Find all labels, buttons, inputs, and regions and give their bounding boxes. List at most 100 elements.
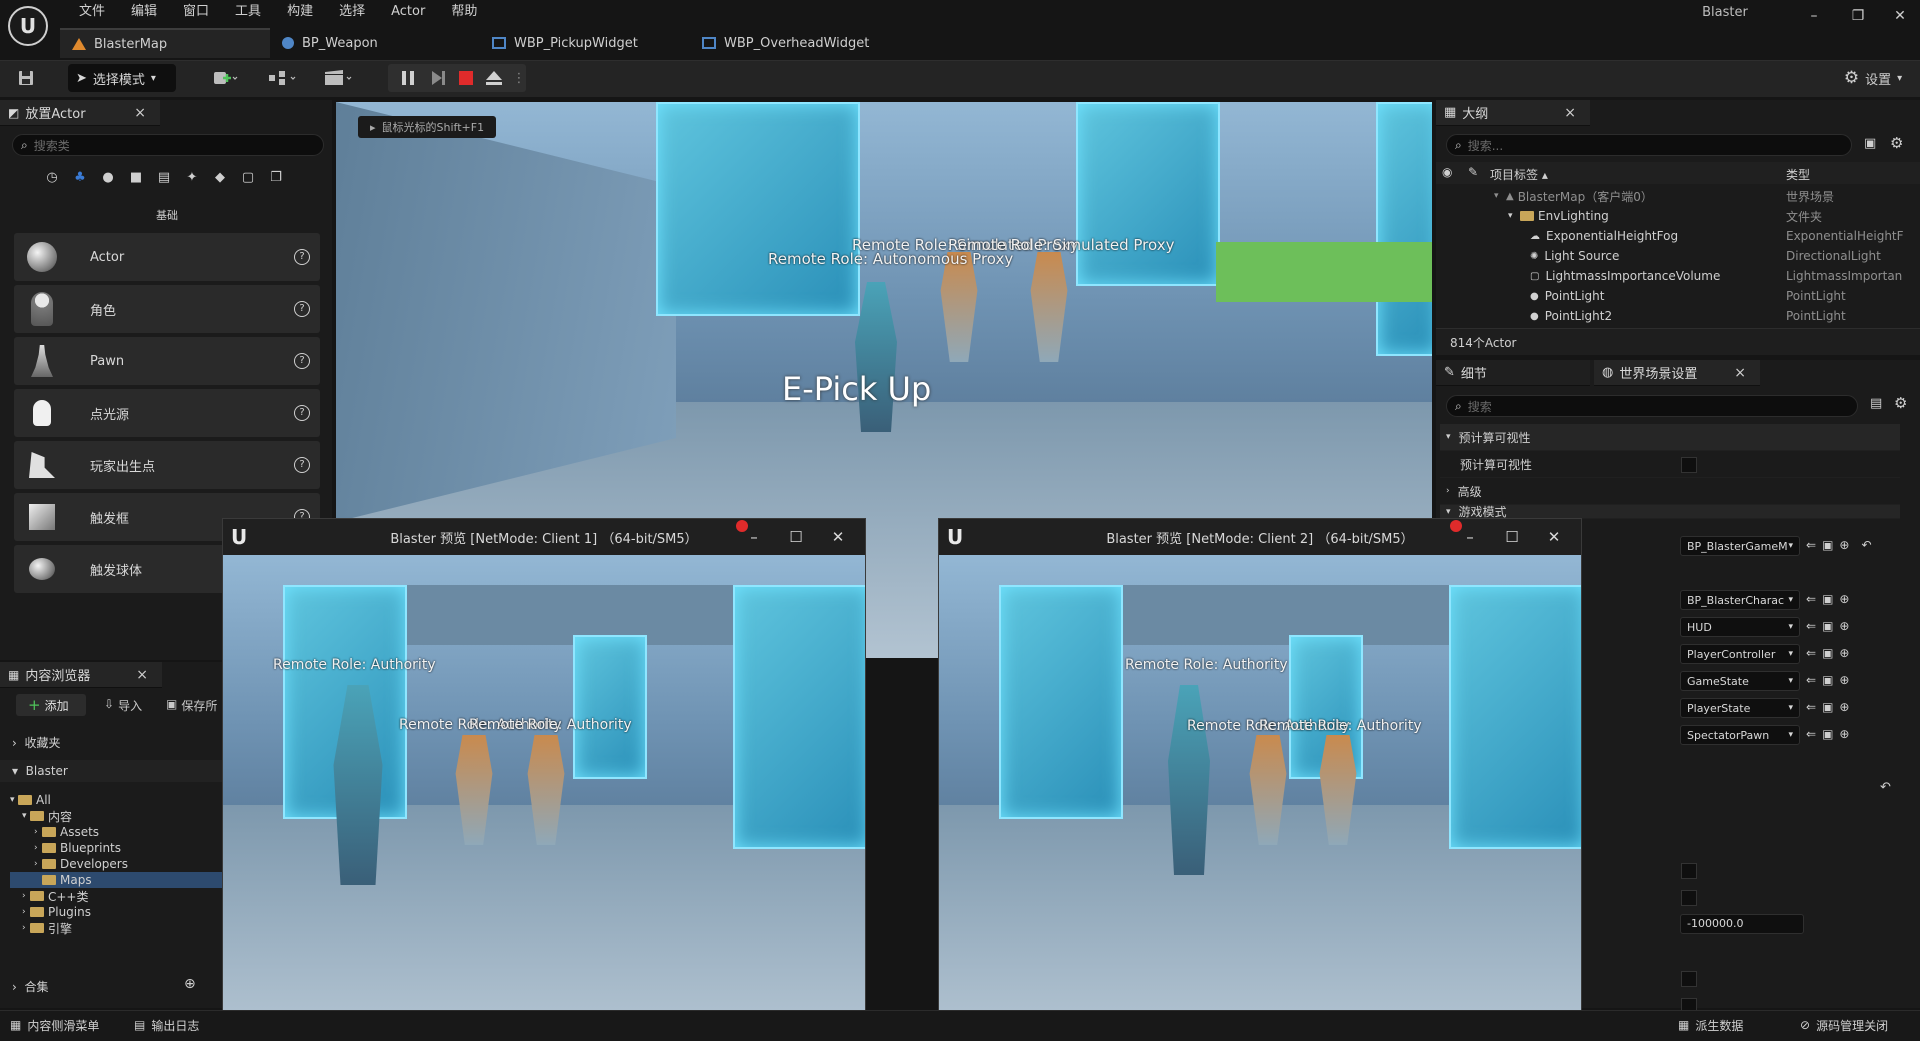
outliner-row[interactable]: ▾ EnvLighting 文件夹 bbox=[1490, 206, 1910, 226]
menu-help[interactable]: 帮助 bbox=[438, 0, 490, 24]
help-icon[interactable]: ? bbox=[294, 249, 310, 265]
all-classes-icon[interactable]: ❐ bbox=[266, 170, 286, 190]
property-checkbox[interactable] bbox=[1681, 863, 1697, 879]
arrow-left-icon[interactable]: ⇐ bbox=[1806, 592, 1816, 606]
column-type[interactable]: 类型 bbox=[1786, 166, 1810, 183]
browse-icon[interactable]: ▣ bbox=[1822, 700, 1833, 714]
close-icon[interactable]: × bbox=[1734, 365, 1746, 381]
pause-icon[interactable] bbox=[396, 65, 420, 91]
add-content-icon[interactable] bbox=[206, 65, 244, 91]
menu-build[interactable]: 构建 bbox=[274, 0, 326, 24]
basic-icon[interactable]: ♣ bbox=[70, 170, 90, 190]
reset-icon[interactable]: ↶ bbox=[1861, 538, 1871, 552]
outliner-row[interactable]: ☁ ExponentialHeightFog ExponentialHeightF bbox=[1490, 226, 1910, 246]
arrow-left-icon[interactable]: ⇐ bbox=[1806, 700, 1816, 714]
pie-viewport[interactable]: Remote Role: Authority Remote Role: Auth… bbox=[223, 555, 865, 1033]
outliner-row[interactable]: ▾ ▲ BlasterMap（客户端0） 世界场景 bbox=[1490, 186, 1910, 206]
reset-icon[interactable]: ↶ bbox=[1880, 780, 1891, 795]
spectator-pawn-combo[interactable]: SpectatorPawn ▾ bbox=[1680, 725, 1800, 745]
class-search-input[interactable]: ⌕ 搜索类 bbox=[12, 134, 324, 156]
default-pawn-combo[interactable]: BP_BlasterCharac ▾ bbox=[1680, 590, 1800, 610]
actor-item-pawn[interactable]: Pawn ? bbox=[14, 337, 320, 385]
arrow-left-icon[interactable]: ⇐ bbox=[1806, 727, 1816, 741]
menu-tools[interactable]: 工具 bbox=[222, 0, 274, 24]
menu-edit[interactable]: 编辑 bbox=[118, 0, 170, 24]
help-icon[interactable]: ? bbox=[294, 457, 310, 473]
select-mode-dropdown[interactable]: ➤ 选择模式 ▾ bbox=[68, 64, 176, 92]
tree-item-cpp[interactable]: › C++类 bbox=[10, 888, 222, 904]
tree-item-assets[interactable]: › Assets bbox=[10, 824, 222, 840]
gear-icon[interactable]: ⚙ bbox=[1894, 394, 1907, 412]
browse-icon[interactable]: ▣ bbox=[1822, 538, 1833, 552]
add-icon[interactable]: ⊕ bbox=[1839, 619, 1849, 633]
arrow-left-icon[interactable]: ⇐ bbox=[1806, 646, 1816, 660]
close-icon[interactable]: × bbox=[1564, 105, 1576, 121]
menu-actor[interactable]: Actor bbox=[378, 0, 438, 24]
stop-icon[interactable] bbox=[454, 65, 478, 91]
section-advanced[interactable]: › 高级 bbox=[1440, 478, 1900, 505]
player-controller-combo[interactable]: PlayerController ▾ bbox=[1680, 644, 1800, 664]
actor-item-actor[interactable]: Actor ? bbox=[14, 233, 320, 281]
column-label[interactable]: 项目标签 ▴ bbox=[1490, 166, 1548, 183]
menu-file[interactable]: 文件 bbox=[66, 0, 118, 24]
table-view-icon[interactable]: ▤ bbox=[1870, 396, 1882, 411]
tree-item-blueprints[interactable]: › Blueprints bbox=[10, 840, 222, 856]
outliner-row[interactable]: ▢ LightmassImportanceVolume LightmassImpor… bbox=[1490, 266, 1910, 286]
help-icon[interactable]: ? bbox=[294, 353, 310, 369]
add-folder-icon[interactable]: ▣ bbox=[1864, 136, 1876, 151]
browse-icon[interactable]: ▣ bbox=[1822, 727, 1833, 741]
save-icon[interactable] bbox=[14, 65, 38, 91]
visibility-icon[interactable]: ◉ bbox=[1442, 165, 1452, 179]
add-icon[interactable]: ⊕ bbox=[1839, 673, 1849, 687]
menu-window[interactable]: 窗口 bbox=[170, 0, 222, 24]
help-icon[interactable]: ? bbox=[294, 301, 310, 317]
shapes-icon[interactable]: ■ bbox=[126, 170, 146, 190]
pie-window-client-1[interactable]: U Blaster 预览 [NetMode: Client 1] （64-bit… bbox=[222, 518, 866, 1034]
close-button[interactable]: ✕ bbox=[817, 519, 859, 555]
cinematic-icon[interactable]: ▤ bbox=[154, 170, 174, 190]
geometry-icon[interactable]: ◆ bbox=[210, 170, 230, 190]
close-window-button[interactable]: ✕ bbox=[1880, 4, 1920, 28]
tree-item-developers[interactable]: › Developers bbox=[10, 856, 222, 872]
close-icon[interactable]: × bbox=[134, 105, 146, 121]
section-precomputed-visibility[interactable]: ▾ 预计算可视性 bbox=[1440, 424, 1900, 451]
unreal-logo-icon[interactable]: U bbox=[8, 6, 48, 46]
world-settings-tab[interactable]: ◍ 世界场景设置 × bbox=[1594, 360, 1760, 386]
actor-item-point-light[interactable]: 点光源 ? bbox=[14, 389, 320, 437]
game-state-combo[interactable]: GameState ▾ bbox=[1680, 671, 1800, 691]
browse-icon[interactable]: ▣ bbox=[1822, 619, 1833, 633]
more-options-icon[interactable]: ⋮ bbox=[512, 65, 526, 91]
arrow-left-icon[interactable]: ⇐ bbox=[1806, 673, 1816, 687]
precomputed-visibility-checkbox[interactable] bbox=[1681, 457, 1697, 473]
hud-combo[interactable]: HUD ▾ bbox=[1680, 617, 1800, 637]
add-icon[interactable]: ⊕ bbox=[1839, 727, 1849, 741]
blueprint-menu-icon[interactable] bbox=[262, 65, 302, 91]
tree-item-maps[interactable]: Maps bbox=[10, 872, 222, 888]
pie-viewport[interactable]: Remote Role: Authority Remote Role: Auth… bbox=[939, 555, 1581, 1033]
help-icon[interactable]: ? bbox=[294, 405, 310, 421]
settings-button[interactable]: ⚙ 设置 ▾ bbox=[1834, 65, 1912, 91]
place-actors-tab[interactable]: ◩ 放置Actor × bbox=[0, 100, 160, 126]
browse-icon[interactable]: ▣ bbox=[1822, 673, 1833, 687]
pie-title-bar[interactable]: U Blaster 预览 [NetMode: Client 1] （64-bit… bbox=[223, 519, 865, 555]
close-icon[interactable]: × bbox=[136, 667, 148, 683]
menu-select[interactable]: 选择 bbox=[326, 0, 378, 24]
details-tab[interactable]: ✎ 细节 bbox=[1436, 360, 1590, 386]
tab-wbp-pickupwidget[interactable]: WBP_PickupWidget bbox=[480, 28, 690, 58]
project-section[interactable]: ▾ Blaster bbox=[12, 764, 68, 778]
pin-icon[interactable]: ✎ bbox=[1468, 165, 1478, 179]
tab-bp-weapon[interactable]: BP_Weapon bbox=[270, 28, 480, 58]
gear-icon[interactable]: ⚙ bbox=[1890, 134, 1903, 152]
visual-effects-icon[interactable]: ✦ bbox=[182, 170, 202, 190]
add-icon[interactable]: ⊕ bbox=[1839, 538, 1849, 552]
derived-data-button[interactable]: ▦ 派生数据 bbox=[1678, 1014, 1743, 1036]
details-search-input[interactable]: ⌕ 搜索 bbox=[1446, 395, 1858, 417]
volumes-icon[interactable]: ▢ bbox=[238, 170, 258, 190]
property-checkbox[interactable] bbox=[1681, 890, 1697, 906]
property-checkbox[interactable] bbox=[1681, 971, 1697, 987]
outliner-row[interactable]: ● PointLight PointLight bbox=[1490, 286, 1910, 306]
outliner-row[interactable]: ✺ Light Source DirectionalLight bbox=[1490, 246, 1910, 266]
pie-window-client-2[interactable]: U Blaster 预览 [NetMode: Client 2] （64-bit… bbox=[938, 518, 1582, 1034]
lights-icon[interactable]: ● bbox=[98, 170, 118, 190]
tree-item-content[interactable]: ▾ 内容 bbox=[10, 808, 222, 824]
